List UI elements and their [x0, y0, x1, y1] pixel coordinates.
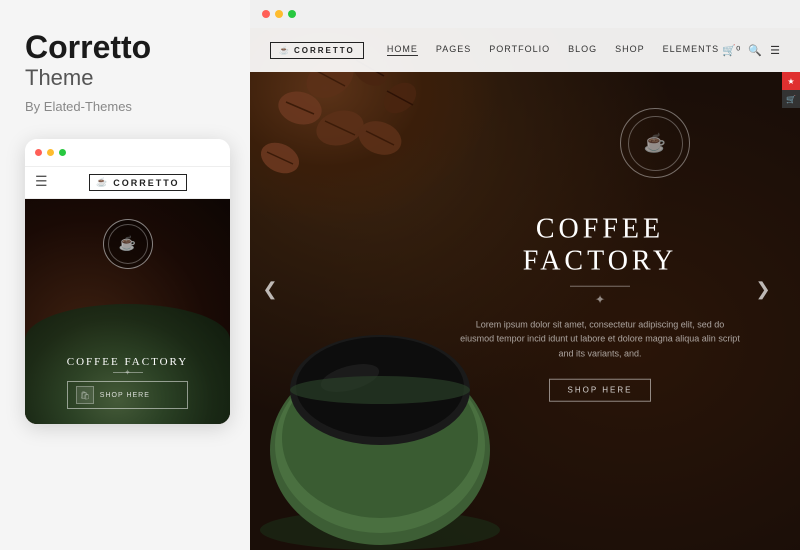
- side-dark-button[interactable]: 🛒: [782, 90, 800, 108]
- mobile-dot-green: [59, 149, 66, 156]
- hero-content: COFFEE FACTORY ✦ Lorem ipsum dolor sit a…: [460, 214, 740, 402]
- mobile-logo: ☕ CORRETTO: [89, 174, 187, 191]
- mobile-shop-button[interactable]: 🛍 shop HeRE: [67, 381, 188, 409]
- menu-icon[interactable]: ☰: [770, 44, 780, 57]
- carousel-next-button[interactable]: ❯: [751, 277, 775, 301]
- side-dark-icon: 🛒: [786, 95, 796, 104]
- mobile-hero-content: COFFEE FACTORY ✦ 🛍 shop HeRE: [67, 356, 188, 409]
- theme-title: Corretto: [25, 30, 151, 65]
- mobile-badge-inner: ☕: [108, 224, 148, 264]
- coffee-cup-icon: ☕: [96, 177, 109, 188]
- nav-link-pages[interactable]: PAGES: [436, 44, 471, 56]
- nav-link-shop[interactable]: SHOP: [615, 44, 645, 56]
- mobile-nav: ☰ ☕ CORRETTO: [25, 167, 230, 199]
- hero-badge-inner: ☕: [628, 116, 683, 171]
- shop-bag-icon: 🛍: [80, 391, 90, 400]
- carousel-prev-button[interactable]: ❮: [258, 277, 282, 301]
- theme-subtitle: Theme: [25, 65, 93, 91]
- browser-dot-yellow: [275, 10, 283, 18]
- mobile-badge: ☕: [103, 219, 153, 269]
- hero-body-text: Lorem ipsum dolor sit amet, consectetur …: [460, 318, 740, 361]
- nav-logo: ☕ CORRETTO: [270, 42, 364, 59]
- nav-link-portfolio[interactable]: PORTFOLIO: [489, 44, 550, 56]
- nav-link-elements[interactable]: ELEMENTS: [663, 44, 720, 56]
- hero-badge: ☕: [620, 108, 690, 178]
- browser-dot-green: [288, 10, 296, 18]
- browser-dot-red: [262, 10, 270, 18]
- mobile-mockup: ☰ ☕ CORRETTO ☕ COFFEE FACTORY ✦: [25, 139, 230, 424]
- hero-badge-icon: ☕: [644, 133, 666, 154]
- nav-logo-text: CORRETTO: [294, 46, 355, 55]
- mobile-dot-yellow: [47, 149, 54, 156]
- nav-logo-icon: ☕: [279, 46, 289, 55]
- mobile-hero-divider: ✦: [113, 372, 143, 373]
- mobile-shop-label: shop HeRE: [100, 392, 150, 399]
- hero-divider: [570, 286, 630, 287]
- mobile-browser-bar: [25, 139, 230, 167]
- nav-link-blog[interactable]: BLOG: [568, 44, 597, 56]
- coffee-bean-icon: ☕: [119, 236, 136, 253]
- mobile-shop-icon: 🛍: [76, 386, 94, 404]
- side-red-icon: ★: [787, 77, 794, 86]
- chevron-left-icon: ❮: [262, 279, 277, 300]
- theme-by: By Elated-Themes: [25, 99, 132, 114]
- website-navbar: ☕ CORRETTO HOME PAGES PORTFOLIO BLOG SHO…: [250, 28, 800, 72]
- cart-icon[interactable]: 🛒⁰: [722, 44, 740, 57]
- hero-shop-button[interactable]: SHOP HERE: [549, 379, 652, 402]
- side-red-button[interactable]: ★: [782, 72, 800, 90]
- website-frame: ☕ CORRETTO HOME PAGES PORTFOLIO BLOG SHO…: [250, 28, 800, 550]
- chevron-right-icon: ❯: [755, 279, 770, 300]
- browser-chrome: [250, 0, 800, 28]
- mobile-hero-title: COFFEE FACTORY: [67, 356, 188, 368]
- search-icon[interactable]: 🔍: [748, 44, 762, 57]
- nav-icon-group: 🛒⁰ 🔍 ☰: [722, 44, 780, 57]
- mobile-logo-area: ☕ CORRETTO: [56, 174, 220, 191]
- nav-links: HOME PAGES PORTFOLIO BLOG SHOP ELEMENTS: [384, 44, 723, 56]
- mobile-hero: ☕ COFFEE FACTORY ✦ 🛍 shop HeRE: [25, 199, 230, 424]
- left-panel: Corretto Theme By Elated-Themes ☰ ☕ CORR…: [0, 0, 250, 550]
- hero-fleur-icon: ✦: [460, 293, 740, 308]
- hamburger-icon[interactable]: ☰: [35, 174, 48, 191]
- mobile-dot-red: [35, 149, 42, 156]
- hero-title: COFFEE FACTORY: [460, 214, 740, 278]
- desktop-mockup: ☕ CORRETTO HOME PAGES PORTFOLIO BLOG SHO…: [250, 0, 800, 550]
- right-panel: ☕ CORRETTO HOME PAGES PORTFOLIO BLOG SHO…: [250, 0, 800, 550]
- nav-link-home[interactable]: HOME: [387, 44, 418, 56]
